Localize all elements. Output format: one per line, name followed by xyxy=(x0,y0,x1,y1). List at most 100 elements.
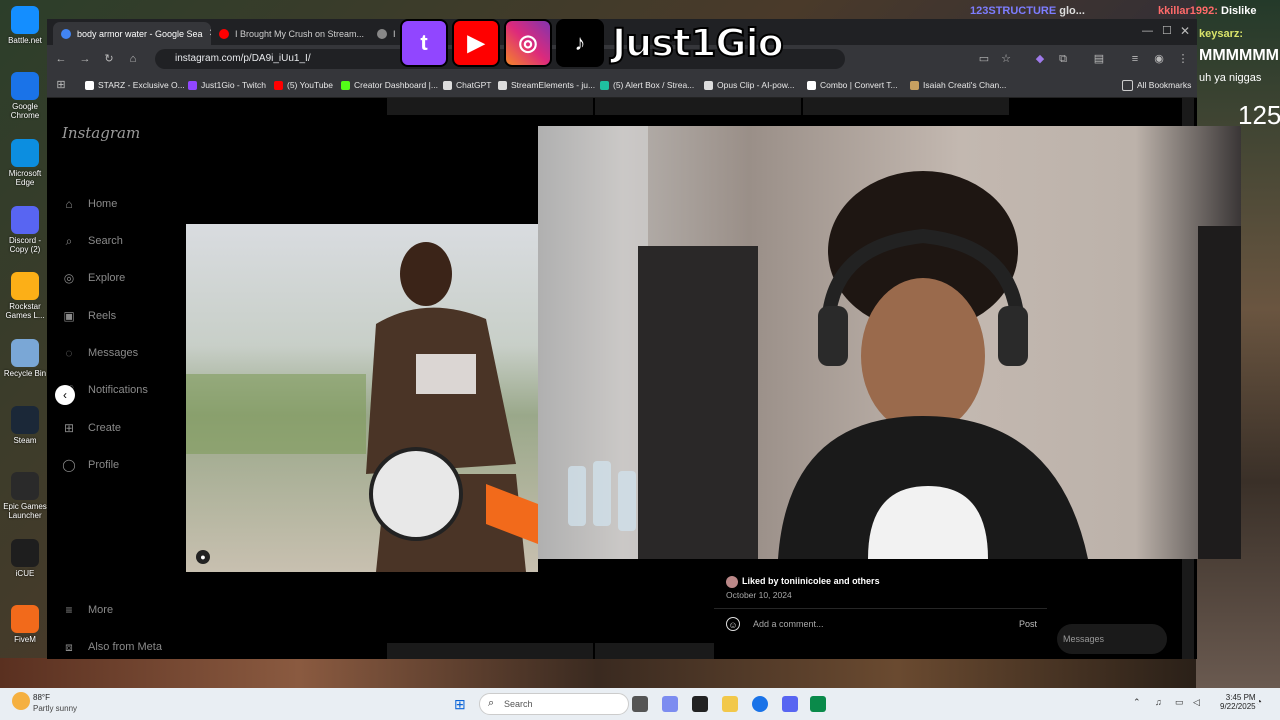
grid-thumb[interactable] xyxy=(387,98,593,115)
chrome-taskbar-icon[interactable] xyxy=(752,696,768,712)
bookmark-item[interactable]: ChatGPT xyxy=(443,77,491,93)
desktop-shortcut-label: Discord - Copy (2) xyxy=(8,236,41,254)
bookmark-item[interactable]: (5) Alert Box / Strea... xyxy=(600,77,694,93)
desktop-shortcut[interactable]: iCUE xyxy=(2,539,48,578)
file-explorer-icon[interactable] xyxy=(722,696,738,712)
folder-icon xyxy=(1122,79,1133,91)
bookmark-item[interactable]: (5) YouTube xyxy=(274,77,333,93)
extensions-icon[interactable]: ⧉ xyxy=(1055,51,1071,67)
liked-by-text: Liked by toniinicolee and others xyxy=(742,576,880,586)
edge-icon xyxy=(11,139,39,167)
nav-label: Also from Meta xyxy=(88,641,162,653)
task-view-icon[interactable] xyxy=(632,696,648,712)
desktop-shortcut[interactable]: Recycle Bin xyxy=(2,339,48,378)
nav-notifications[interactable]: ♡Notifications xyxy=(62,380,148,400)
tab-youtube[interactable]: I Brought My Crush on Stream... ✕ xyxy=(211,22,369,45)
bookmark-item[interactable]: Combo | Convert T... xyxy=(807,77,898,93)
emoji-icon[interactable]: ☺ xyxy=(726,617,740,631)
apps-grid-icon[interactable]: ⊞ xyxy=(53,77,69,93)
nav-home[interactable]: ⌂ Home xyxy=(62,194,117,214)
desktop-shortcut[interactable]: Battle.net xyxy=(2,6,48,45)
post-comment-button[interactable]: Post xyxy=(1019,619,1037,629)
media-icon[interactable]: ≡ xyxy=(1127,51,1143,67)
nav-create[interactable]: ⊞ Create xyxy=(62,418,121,438)
explore-icon: ◎ xyxy=(63,271,75,285)
chat-line: MMMMMMM xyxy=(1199,47,1280,64)
nav-explore[interactable]: ◎ Explore xyxy=(62,268,126,288)
weather-temp[interactable]: 88°F xyxy=(33,693,50,702)
grid-thumb[interactable] xyxy=(387,643,593,659)
nav-search[interactable]: ⌕ Search xyxy=(62,231,123,251)
liked-by-prefix: Liked by xyxy=(742,576,779,586)
nav-more[interactable]: ≡ More xyxy=(62,600,113,620)
nav-reels[interactable]: ▣ Reels xyxy=(62,306,116,326)
back-icon[interactable]: ← xyxy=(53,51,69,67)
bookmark-item[interactable]: Creator Dashboard |... xyxy=(341,77,438,93)
bookmark-item[interactable]: Isaiah Creati's Chan... xyxy=(910,77,1006,93)
messages-pill[interactable]: Messages xyxy=(1057,624,1167,654)
clock[interactable]: 3:45 PM 9/22/2025 xyxy=(1220,693,1256,711)
tag-user-icon[interactable]: ● xyxy=(196,550,210,564)
bookmark-favicon-icon xyxy=(704,80,713,90)
bookmark-favicon-icon xyxy=(807,80,816,90)
hamburger-icon: ≡ xyxy=(65,603,73,617)
previous-post-button[interactable]: ‹ xyxy=(55,385,75,405)
copilot-icon[interactable] xyxy=(662,696,678,712)
tab-google-search[interactable]: body armor water - Google Sea ✕ xyxy=(53,22,211,45)
streaming-app-icon[interactable] xyxy=(810,696,826,712)
desktop-shortcut[interactable]: Discord - Copy (2) xyxy=(2,206,48,254)
bookmark-item[interactable]: StreamElements - ju... xyxy=(498,77,595,93)
grid-thumb[interactable] xyxy=(595,98,801,115)
steam-icon xyxy=(11,406,39,434)
desktop-shortcut-label: Rockstar Games L... xyxy=(5,302,45,320)
forward-icon[interactable]: → xyxy=(77,51,93,67)
network-icon[interactable]: ▭ xyxy=(1175,697,1184,708)
notification-bell-icon[interactable]: ◔ xyxy=(1256,697,1262,708)
close-tab-icon[interactable]: ✕ xyxy=(203,28,211,39)
nav-profile[interactable]: ◯ Profile xyxy=(62,455,119,475)
discord-taskbar-icon[interactable] xyxy=(782,696,798,712)
home-icon[interactable]: ⌂ xyxy=(125,51,141,67)
bookmark-item[interactable]: STARZ - Exclusive O... xyxy=(85,77,185,93)
tray-chevron-icon[interactable]: ⌃ xyxy=(1133,697,1141,708)
desktop-shortcut[interactable]: Google Chrome xyxy=(2,72,48,120)
desktop-shortcut[interactable]: Rockstar Games L... xyxy=(2,272,48,320)
all-bookmarks-folder[interactable]: All Bookmarks xyxy=(1122,77,1191,93)
bookmark-item[interactable]: Just1Gio - Twitch xyxy=(188,77,266,93)
minimize-icon[interactable]: — xyxy=(1142,25,1153,37)
bookmark-favicon-icon xyxy=(443,80,452,90)
volume-icon[interactable]: ◁ xyxy=(1193,697,1200,708)
profile-avatar-icon[interactable]: ◉ xyxy=(1151,51,1167,67)
desktop-shortcut[interactable]: FiveM xyxy=(2,605,48,644)
maximize-icon[interactable]: ☐ xyxy=(1162,24,1172,37)
desktop-shortcut[interactable]: Steam xyxy=(2,406,48,445)
liked-by-others-link[interactable]: and others xyxy=(834,576,880,586)
liked-by-user-link[interactable]: toniinicolee xyxy=(781,576,831,586)
app-icon[interactable] xyxy=(692,696,708,712)
reload-icon[interactable]: ↻ xyxy=(101,51,117,67)
chat-line: uh ya niggas xyxy=(1199,72,1262,84)
close-window-icon[interactable]: ✕ xyxy=(1180,24,1190,38)
weather-icon[interactable] xyxy=(12,692,30,710)
liker-avatar[interactable] xyxy=(726,576,738,588)
desktop-shortcut[interactable]: Epic Games Launcher xyxy=(2,472,48,520)
desktop-shortcut[interactable]: Microsoft Edge xyxy=(2,139,48,187)
instagram-logo[interactable]: Instagram xyxy=(62,124,140,142)
comment-input[interactable]: Add a comment... xyxy=(753,619,824,629)
menu-kebab-icon[interactable]: ⋮ xyxy=(1175,51,1191,67)
nav-messages[interactable]: ◌ Messages xyxy=(62,343,138,363)
search-icon: ⌕ xyxy=(65,234,73,248)
side-panel-icon[interactable]: ▤ xyxy=(1091,51,1107,67)
bookmark-star-icon[interactable]: ☆ xyxy=(998,51,1014,67)
tab-label: I xyxy=(393,28,396,39)
grid-thumb[interactable] xyxy=(803,98,1009,115)
post-photo: ● xyxy=(186,224,538,572)
windows-start-icon[interactable]: ⊞ xyxy=(454,696,470,712)
mic-icon[interactable]: ♫ xyxy=(1155,697,1162,707)
cast-icon[interactable]: ▭ xyxy=(976,51,992,67)
nav-also-from-meta[interactable]: ⧈ Also from Meta xyxy=(62,637,162,657)
create-icon: ⊞ xyxy=(63,421,75,435)
extension-shield-icon[interactable]: ◆ xyxy=(1032,51,1048,67)
taskbar-search[interactable]: ⌕ Search xyxy=(479,693,629,715)
bookmark-item[interactable]: Opus Clip - AI-pow... xyxy=(704,77,794,93)
